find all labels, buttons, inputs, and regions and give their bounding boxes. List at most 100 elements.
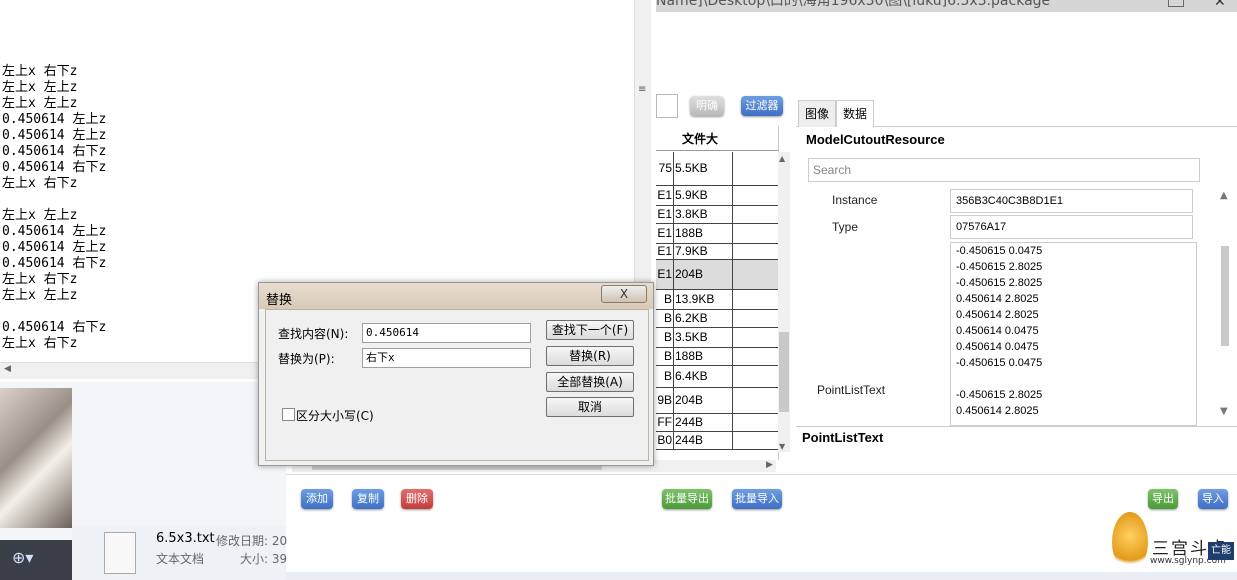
file-size: 大小: 39 <box>240 552 288 566</box>
table-row[interactable]: E1 5.9KB <box>656 186 778 206</box>
tab-data[interactable]: 数据 <box>836 100 875 127</box>
pointlist-textarea[interactable]: -0.450615 0.0475 -0.450615 2.8025 -0.45061… <box>950 242 1197 426</box>
properties-scrollbar[interactable]: ▲ ▼ <box>1218 190 1232 422</box>
copy-button[interactable]: 复制 <box>352 489 384 509</box>
find-label: 查找内容(N): <box>278 327 349 341</box>
replace-input[interactable]: 右下x <box>362 348 531 368</box>
table-cell-id: B0 <box>657 433 672 447</box>
table-row[interactable]: B 3.5KB <box>656 328 778 348</box>
pointlist-line <box>956 371 1196 387</box>
table-cell-id: E1 <box>657 244 672 258</box>
pointlist-line: 0.450614 2.8025 <box>956 405 1039 417</box>
header-file-size[interactable]: 文件大 <box>682 130 718 147</box>
instance-value[interactable]: 356B3C40C3B8D1E1 <box>950 189 1193 213</box>
match-case-label: 区分大小写(C) <box>296 409 374 423</box>
notepad-line: 0.450614 左上z <box>2 128 107 143</box>
find-next-button[interactable]: 查找下一个(F) <box>546 320 634 340</box>
table-row[interactable]: E1 204B <box>656 260 778 290</box>
scroll-down-icon[interactable]: ▼ <box>779 442 785 451</box>
import-button[interactable]: 导入 <box>1198 489 1228 509</box>
clear-button[interactable]: 明确 <box>690 96 724 116</box>
corner-button[interactable]: 亡能 <box>1208 542 1234 560</box>
maximize-icon[interactable] <box>1168 0 1184 7</box>
table-cell-size: 6.2KB <box>673 310 733 327</box>
pointlist-line: -0.450615 2.8025 <box>956 389 1043 401</box>
table-cell-id: B <box>663 311 672 325</box>
zoom-icon[interactable]: ⊕▾ <box>12 548 33 567</box>
table-cell-empty <box>732 366 778 387</box>
scroll-down-icon[interactable]: ▼ <box>1220 406 1228 417</box>
table-row[interactable]: 75 5.5KB <box>656 152 778 186</box>
type-label: Type <box>832 220 859 234</box>
logo-icon <box>1112 512 1148 572</box>
replace-all-button[interactable]: 全部替换(A) <box>546 372 634 392</box>
scroll-left-icon[interactable]: ◀ <box>4 364 11 374</box>
table-cell-size: 7.9KB <box>673 244 733 259</box>
notepad-line: 0.450614 右下z <box>2 160 107 175</box>
table-cell-id: B <box>663 292 672 306</box>
scroll-up-icon[interactable]: ▲ <box>1220 190 1228 201</box>
file-modified: 修改日期: 20 <box>216 534 288 548</box>
scroll-thumb[interactable] <box>779 332 789 412</box>
table-cell-id: B <box>663 349 672 363</box>
tab-bar: 图像 数据 <box>796 96 1237 127</box>
table-row[interactable]: E1 7.9KB <box>656 244 778 260</box>
table-row[interactable]: E1 3.8KB <box>656 206 778 224</box>
table-cell-size: 204B <box>673 388 733 413</box>
delete-button[interactable]: 删除 <box>401 489 433 509</box>
notepad-line: 左上x 左上z <box>2 80 78 95</box>
table-cell-empty <box>732 152 778 185</box>
table-row[interactable]: B 13.9KB <box>656 290 778 310</box>
table-cell-id: E1 <box>657 267 672 281</box>
pointlist-line: 0.450614 0.0475 <box>956 341 1039 353</box>
table-row[interactable]: FF 244B <box>656 414 778 432</box>
table-row[interactable]: 9B 204B <box>656 388 778 414</box>
table-cell-empty <box>732 432 778 449</box>
resource-table: 文件大 75 5.5KB E1 5.9KB E1 3.8KB E1 188B E1 7.9KB E1… <box>656 126 779 460</box>
close-icon[interactable]: X <box>601 285 647 303</box>
filter-input[interactable] <box>656 94 678 118</box>
table-cell-id: E1 <box>657 226 672 240</box>
table-row[interactable]: B 6.2KB <box>656 310 778 328</box>
text-file-icon <box>104 532 136 574</box>
search-input[interactable]: Search <box>808 158 1200 182</box>
batch-export-button[interactable]: 批量导出 <box>662 489 712 509</box>
match-case-checkbox[interactable] <box>282 408 295 421</box>
pointlist-line: -0.450615 2.8025 <box>956 277 1043 289</box>
notepad-line: 左上x 右下z <box>2 64 78 79</box>
cancel-button[interactable]: 取消 <box>546 397 634 417</box>
table-cell-size: 204B <box>673 260 733 289</box>
filter-button[interactable]: 过滤器 <box>741 96 783 116</box>
add-button[interactable]: 添加 <box>301 489 333 509</box>
notepad-line <box>2 0 632 16</box>
thumbnail-image <box>0 388 72 528</box>
replace-button[interactable]: 替换(R) <box>546 346 634 366</box>
notepad-line: 0.450614 右下z <box>2 144 107 159</box>
notepad-line <box>2 32 632 48</box>
notepad-line: 左上x 右下z <box>2 176 78 191</box>
scroll-right-icon[interactable]: ▶ <box>766 460 773 470</box>
table-cell-size: 3.8KB <box>673 206 733 223</box>
pointlist-line: 0.450614 2.8025 <box>956 293 1039 305</box>
batch-import-button[interactable]: 批量导入 <box>732 489 782 509</box>
table-row[interactable]: E1 188B <box>656 224 778 244</box>
scroll-up-icon[interactable]: ▲ <box>779 154 785 163</box>
table-cell-size: 188B <box>673 348 733 365</box>
file-name: 6.5x3.txt <box>156 531 215 546</box>
find-input[interactable]: 0.450614 <box>362 323 531 343</box>
scroll-thumb[interactable] <box>1221 246 1229 346</box>
table-row[interactable]: B 6.4KB <box>656 366 778 388</box>
table-cell-size: 3.5KB <box>673 328 733 347</box>
dialog-title: 替换 <box>266 293 293 308</box>
export-button[interactable]: 导出 <box>1148 489 1178 509</box>
close-icon[interactable]: ✕ <box>1214 0 1226 10</box>
notepad-line: 左上x 左上z <box>2 208 78 223</box>
table-vscrollbar[interactable]: ▲ ▼ <box>778 152 790 452</box>
table-row[interactable]: B0 244B <box>656 432 778 450</box>
file-type: 文本文档 <box>156 552 205 566</box>
replace-dialog: 替换 X 查找内容(N): 0.450614 替换为(P): 右下x 查找下一个… <box>258 282 654 466</box>
tab-image[interactable]: 图像 <box>798 100 837 127</box>
type-value[interactable]: 07576A17 <box>950 215 1193 239</box>
table-row[interactable]: B 188B <box>656 348 778 366</box>
site-watermark: 三宫斗虎 www.sglynp.com 亡能 <box>1112 512 1237 580</box>
